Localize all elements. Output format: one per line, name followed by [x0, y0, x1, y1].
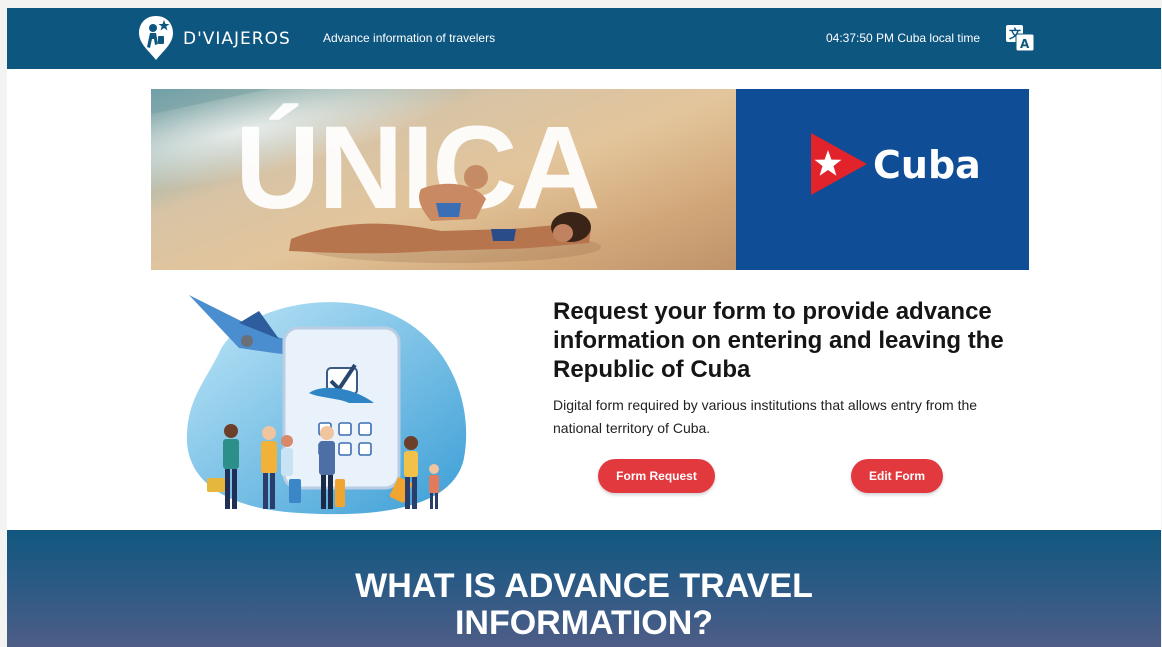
travelers-checklist-illustration	[186, 295, 467, 515]
cuba-flag-icon	[811, 133, 867, 195]
info-title-line-1: WHAT IS ADVANCE TRAVEL	[355, 567, 813, 605]
traveler-logo-icon[interactable]	[136, 14, 176, 62]
translate-icon[interactable]: 文 A	[1005, 24, 1035, 52]
brand-name[interactable]: D'VIAJEROS	[183, 29, 291, 49]
beach-photo: ÚNICA	[151, 89, 736, 270]
advance-info-section: WHAT IS ADVANCE TRAVEL INFORMATION?	[7, 530, 1161, 647]
sunbathing-people-illustration	[289, 165, 601, 263]
top-navbar: D'VIAJEROS Advance information of travel…	[7, 8, 1161, 69]
destination-name: Cuba	[873, 143, 981, 187]
svg-text:A: A	[1020, 37, 1030, 51]
page: D'VIAJEROS Advance information of travel…	[7, 8, 1161, 647]
destination-panel: Cuba	[736, 89, 1029, 270]
site-subtitle: Advance information of travelers	[323, 31, 496, 45]
cuba-local-clock: 04:37:50 PM Cuba local time	[826, 31, 981, 45]
form-request-button[interactable]: Form Request	[598, 459, 715, 493]
info-title-line-2: INFORMATION?	[454, 604, 714, 642]
promo-banner[interactable]: ÚNICA Cuba	[151, 89, 1029, 270]
edit-form-button[interactable]: Edit Form	[851, 459, 943, 493]
hero-title: Request your form to provide advance inf…	[553, 298, 1004, 383]
hero-description: Digital form required by various institu…	[553, 397, 978, 436]
info-section-title: WHAT IS ADVANCE TRAVEL INFORMATION?	[7, 568, 1161, 642]
